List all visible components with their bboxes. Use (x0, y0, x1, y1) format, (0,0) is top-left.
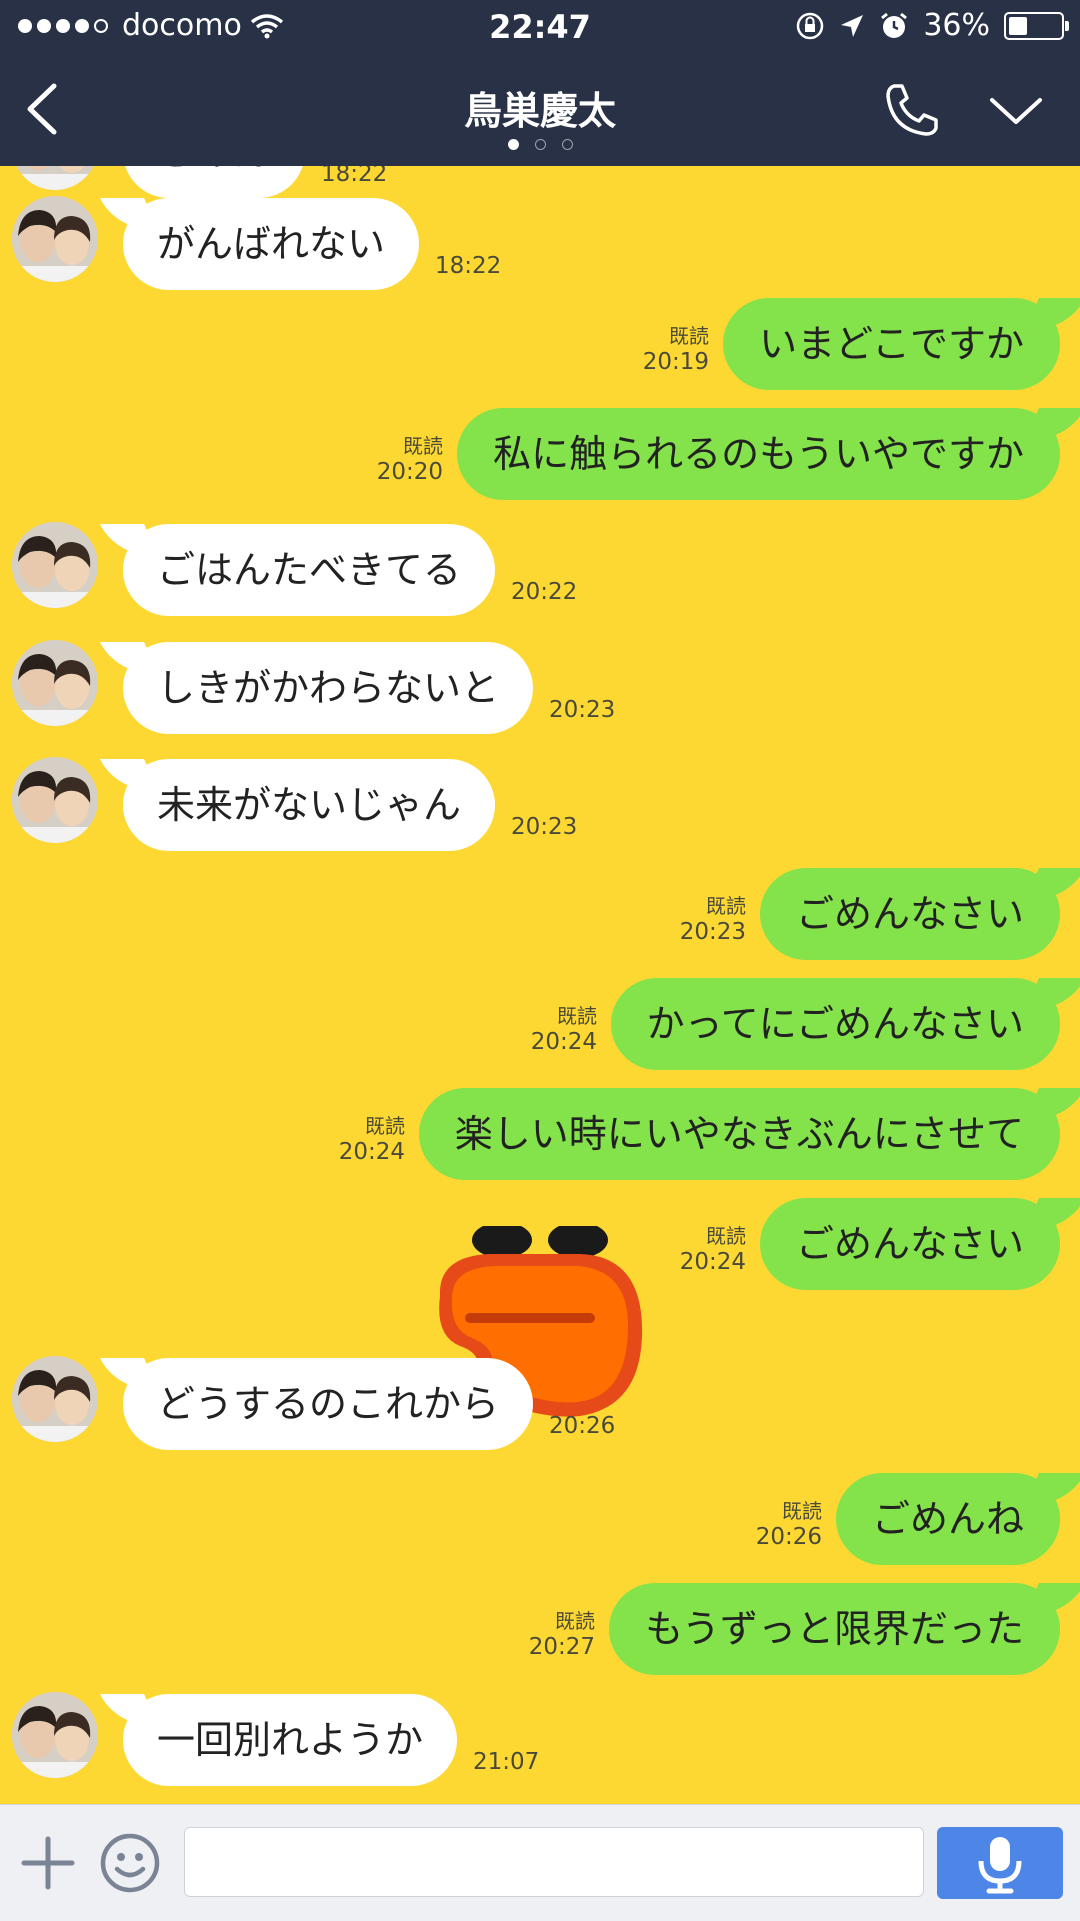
avatar[interactable] (12, 1692, 98, 1778)
outgoing-message: かってにごめんなさい 既読 20:24 (0, 978, 1080, 1078)
read-receipt: 既読 (706, 894, 746, 918)
message-timestamp: 20:24 (679, 1249, 746, 1275)
message-timestamp: 20:26 (755, 1524, 822, 1550)
plus-icon[interactable] (18, 1833, 78, 1893)
incoming-message: しきがかわらないと 20:23 (0, 640, 1080, 742)
message-bubble[interactable]: どうするのこれから (123, 1358, 534, 1450)
incoming-message: ごはんたべきてる 20:22 (0, 522, 1080, 624)
avatar[interactable] (12, 522, 98, 608)
message-timestamp: 20:22 (511, 579, 578, 605)
outgoing-message: 楽しい時にいやなきぶんにさせて 既読 20:24 (0, 1088, 1080, 1188)
chat-header: 鳥巣慶太 (0, 52, 1080, 166)
message-bubble[interactable]: ごはんたべきてる (123, 524, 496, 616)
location-arrow-icon (841, 14, 864, 37)
read-receipt: 既読 (782, 1499, 822, 1523)
avatar[interactable] (12, 196, 98, 282)
outgoing-message: ごめんね 既読 20:26 (0, 1473, 1080, 1573)
voice-message-button[interactable] (937, 1827, 1063, 1899)
read-receipt: 既読 (403, 434, 443, 458)
page-dot (534, 139, 546, 150)
incoming-message: がんばれない 18:22 (0, 196, 1080, 298)
status-right: 36% (795, 8, 1069, 43)
avatar[interactable] (12, 166, 98, 190)
outgoing-message: ごめんなさい 既読 20:24 (0, 1198, 1080, 1298)
alarm-icon (881, 12, 908, 38)
message-bubble[interactable]: ごめんなさい (759, 1198, 1060, 1290)
orientation-lock-icon (797, 12, 824, 39)
message-bubble[interactable]: かってにごめんなさい (610, 978, 1060, 1070)
chevron-down-icon[interactable] (986, 90, 1046, 130)
smile-icon[interactable] (98, 1831, 162, 1895)
battery-percent: 36% (923, 8, 990, 43)
status-bar: docomo 22:47 36% (0, 0, 1080, 52)
outgoing-message: いまどこですか 既読 20:19 (0, 298, 1080, 398)
message-timestamp: 20:26 (549, 1413, 616, 1439)
message-bubble[interactable]: 楽しい時にいやなきぶんにさせて (418, 1088, 1060, 1180)
message-bubble[interactable]: ごめん (123, 166, 306, 198)
incoming-message: どうするのこれから 20:26 (0, 1356, 1080, 1458)
phone-icon[interactable] (880, 78, 944, 142)
top-bar: docomo 22:47 36% 鳥巣慶太 (0, 0, 1080, 166)
input-bar (0, 1804, 1080, 1921)
message-timestamp: 20:23 (511, 814, 578, 840)
message-timestamp: 20:27 (528, 1634, 595, 1660)
message-bubble[interactable]: ごめんなさい (759, 868, 1060, 960)
message-timestamp: 18:22 (321, 166, 388, 187)
battery-icon (1004, 11, 1069, 40)
avatar[interactable] (12, 1356, 98, 1442)
read-receipt: 既読 (555, 1609, 595, 1633)
message-bubble[interactable]: がんばれない (123, 198, 420, 290)
page-dot (561, 139, 573, 150)
message-bubble[interactable]: 一回別れようか (123, 1694, 458, 1786)
read-receipt: 既読 (365, 1114, 405, 1138)
message-bubble[interactable]: もうずっと限界だった (609, 1583, 1060, 1675)
read-receipt: 既読 (706, 1224, 746, 1248)
chat-area[interactable]: ごめん18:22がんばれない18:22いまどこですか既読20:19私に触られるの… (0, 166, 1080, 1804)
message-timestamp: 18:22 (435, 253, 502, 279)
message-timestamp: 20:23 (679, 919, 746, 945)
message-timestamp: 20:20 (376, 459, 443, 485)
message-bubble[interactable]: しきがかわらないと (123, 642, 534, 734)
outgoing-message: 私に触られるのもういやですか 既読 20:20 (0, 408, 1080, 508)
outgoing-message: ごめんなさい 既読 20:23 (0, 868, 1080, 968)
read-receipt: 既読 (669, 324, 709, 348)
read-receipt: 既読 (557, 1004, 597, 1028)
message-bubble[interactable]: いまどこですか (723, 298, 1060, 390)
message-timestamp: 20:24 (338, 1139, 405, 1165)
message-bubble[interactable]: ごめんね (835, 1473, 1060, 1565)
message-bubble[interactable]: 未来がないじゃん (123, 759, 496, 851)
avatar[interactable] (12, 757, 98, 843)
message-input[interactable] (184, 1827, 924, 1897)
message-timestamp: 20:19 (642, 349, 709, 375)
message-timestamp: 21:07 (473, 1749, 540, 1775)
page-dot (507, 139, 519, 150)
message-timestamp: 20:23 (549, 697, 616, 723)
avatar[interactable] (12, 640, 98, 726)
microphone-icon (978, 1837, 1022, 1894)
message-timestamp: 20:24 (530, 1029, 597, 1055)
message-bubble[interactable]: 私に触られるのもういやですか (457, 408, 1060, 500)
incoming-message: 未来がないじゃん 20:23 (0, 757, 1080, 859)
outgoing-message: もうずっと限界だった 既読 20:27 (0, 1583, 1080, 1683)
incoming-message: 一回別れようか 21:07 (0, 1692, 1080, 1794)
